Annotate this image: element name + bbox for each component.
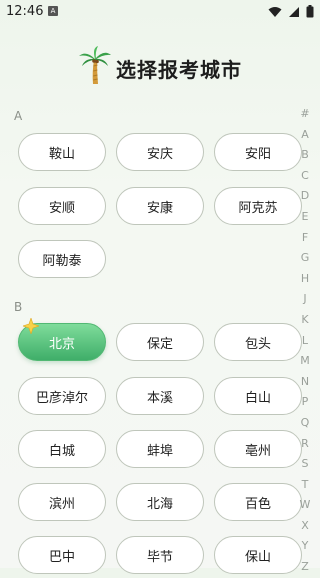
city-button-bozhou[interactable]: 亳州 bbox=[214, 430, 302, 468]
index-letter[interactable]: S bbox=[302, 454, 309, 475]
sparkle-star-icon bbox=[23, 318, 39, 334]
city-button-baotou[interactable]: 包头 bbox=[214, 323, 302, 361]
index-letter[interactable]: R bbox=[301, 434, 309, 455]
index-letter[interactable]: F bbox=[302, 228, 308, 249]
signal-icon bbox=[289, 6, 299, 17]
index-letter[interactable]: # bbox=[300, 104, 309, 125]
index-letter[interactable]: A bbox=[301, 125, 309, 146]
city-button-beijing[interactable]: 北京 bbox=[18, 318, 106, 361]
city-button-beihai[interactable]: 北海 bbox=[116, 483, 204, 521]
index-letter[interactable]: C bbox=[301, 166, 309, 187]
status-bar: 12:46 A bbox=[0, 0, 320, 24]
index-letter[interactable]: Y bbox=[302, 536, 309, 557]
index-letter[interactable]: Q bbox=[301, 413, 310, 434]
index-letter[interactable]: X bbox=[301, 516, 309, 537]
status-icons bbox=[268, 5, 314, 18]
index-letter[interactable]: T bbox=[302, 475, 309, 496]
index-letter[interactable]: N bbox=[301, 372, 309, 393]
index-letter[interactable]: P bbox=[302, 392, 309, 413]
city-button-bijie[interactable]: 毕节 bbox=[116, 536, 204, 574]
city-button-baoshan[interactable]: 保山 bbox=[214, 536, 302, 574]
app-notification-icon: A bbox=[48, 6, 58, 16]
city-button-bazhong[interactable]: 巴中 bbox=[18, 536, 106, 574]
index-letter[interactable]: L bbox=[302, 331, 308, 352]
city-button-ankang[interactable]: 安康 bbox=[116, 187, 204, 225]
city-button-anshan[interactable]: 鞍山 bbox=[18, 133, 106, 171]
city-button-baishan[interactable]: 白山 bbox=[214, 377, 302, 415]
city-button-akesu[interactable]: 阿克苏 bbox=[214, 187, 302, 225]
alphabet-index-bar[interactable]: # A B C D E F G H J K L M N P Q R S T W … bbox=[298, 104, 312, 578]
section-letter-a: A bbox=[14, 109, 23, 123]
city-button-benxi[interactable]: 本溪 bbox=[116, 377, 204, 415]
status-time: 12:46 bbox=[6, 4, 44, 19]
city-button-aletai[interactable]: 阿勒泰 bbox=[18, 240, 106, 278]
wifi-icon bbox=[268, 6, 282, 17]
index-letter[interactable]: G bbox=[301, 248, 310, 269]
city-button-binzhou[interactable]: 滨州 bbox=[18, 483, 106, 521]
city-button-anqing[interactable]: 安庆 bbox=[116, 133, 204, 171]
index-letter[interactable]: M bbox=[300, 351, 310, 372]
page-title: 选择报考城市 bbox=[116, 58, 242, 82]
index-letter[interactable]: D bbox=[301, 186, 309, 207]
city-button-anshun[interactable]: 安顺 bbox=[18, 187, 106, 225]
city-button-anyang[interactable]: 安阳 bbox=[214, 133, 302, 171]
section-letter-b: B bbox=[14, 300, 23, 314]
city-button-baicheng[interactable]: 白城 bbox=[18, 430, 106, 468]
palm-tree-logo-icon bbox=[79, 46, 111, 84]
index-letter[interactable]: E bbox=[302, 207, 309, 228]
index-letter[interactable]: H bbox=[301, 269, 309, 290]
city-label-beijing: 北京 bbox=[48, 336, 75, 352]
index-letter[interactable]: B bbox=[301, 145, 309, 166]
city-button-bengbu[interactable]: 蚌埠 bbox=[116, 430, 204, 468]
battery-icon bbox=[306, 5, 314, 18]
index-letter[interactable]: K bbox=[301, 310, 308, 331]
city-button-bayannaoer[interactable]: 巴彦淖尔 bbox=[18, 377, 106, 415]
header: 选择报考城市 bbox=[0, 46, 320, 90]
index-letter[interactable]: Z bbox=[301, 557, 309, 578]
city-button-baise[interactable]: 百色 bbox=[214, 483, 302, 521]
index-letter[interactable]: J bbox=[303, 289, 306, 310]
city-button-baoding[interactable]: 保定 bbox=[116, 323, 204, 361]
index-letter[interactable]: W bbox=[300, 495, 311, 516]
